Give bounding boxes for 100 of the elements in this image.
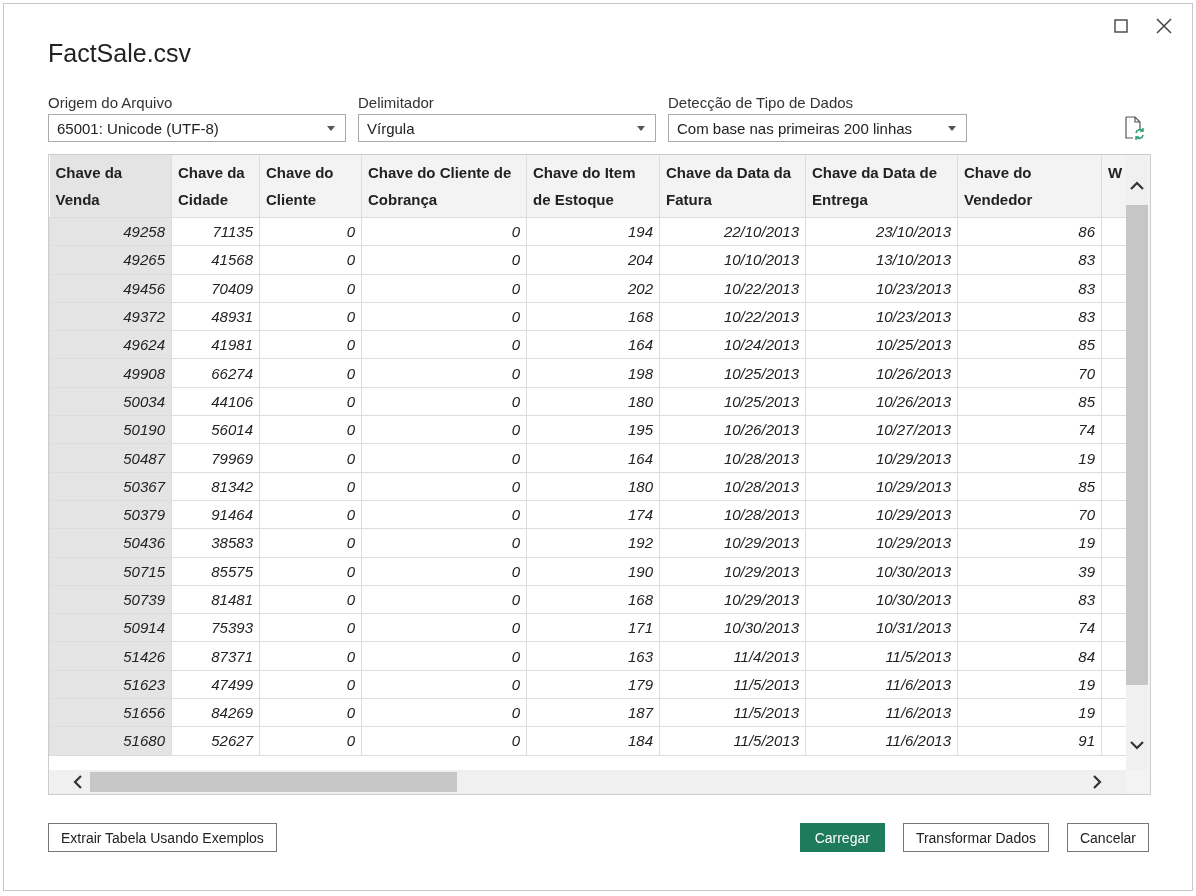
table-cell: 10/10/2013	[659, 245, 806, 275]
table-cell: 50715	[49, 557, 172, 586]
table-cell: 19	[957, 528, 1102, 558]
table-cell: 10/29/2013	[805, 528, 958, 558]
dialog-button[interactable]: Carregar	[799, 823, 885, 852]
dialog-button[interactable]: Extrair Tabela Usando Exemplos	[48, 823, 277, 852]
table-cell: 74	[957, 415, 1102, 444]
table-cell: 0	[259, 245, 362, 275]
chevron-left-icon[interactable]	[73, 775, 82, 789]
caret-icon	[637, 125, 645, 131]
scroll-thumb[interactable]	[90, 772, 457, 792]
table-cell: 180	[526, 472, 660, 501]
table-cell: 11/5/2013	[659, 726, 806, 756]
table-cell: 19	[957, 698, 1102, 727]
caret-icon	[327, 125, 335, 131]
table-cell: 83	[957, 245, 1102, 275]
table-cell: 174	[526, 500, 660, 529]
chevron-up-icon[interactable]	[1130, 181, 1144, 190]
dropdown[interactable]: 65001: Unicode (UTF-8)	[48, 114, 346, 142]
scroll-thumb[interactable]	[1126, 204, 1148, 685]
table-cell: 19	[957, 670, 1102, 699]
table-cell: 0	[361, 641, 527, 671]
table-cell: 0	[361, 528, 527, 558]
column-header[interactable]: Chave da Data da Fatura	[659, 155, 806, 218]
table-cell: 0	[361, 330, 527, 359]
column-header[interactable]: Chave do Vendedor	[957, 155, 1102, 218]
dialog-button[interactable]: Transformar Dados	[902, 823, 1049, 852]
table-cell: 11/5/2013	[805, 641, 958, 671]
field-label: Detecção de Tipo de Dados	[668, 94, 855, 111]
refresh-file-icon[interactable]	[1124, 116, 1146, 140]
dropdown[interactable]: Com base nas primeiras 200 linhas	[668, 114, 967, 142]
close-icon[interactable]	[1156, 18, 1172, 34]
table-cell: 0	[259, 726, 362, 756]
table-cell: 0	[361, 217, 527, 246]
table-cell: 0	[361, 726, 527, 756]
table-cell: 50034	[49, 387, 172, 416]
table-cell: 10/29/2013	[659, 557, 806, 586]
column-header[interactable]: Chave do Cliente	[259, 155, 362, 218]
table-cell: 0	[259, 670, 362, 699]
table-cell: 10/30/2013	[805, 585, 958, 614]
table-cell: 70	[957, 359, 1102, 388]
table-cell: 85575	[171, 557, 260, 586]
table-cell: 11/5/2013	[659, 670, 806, 699]
chevron-right-icon[interactable]	[1093, 775, 1102, 789]
table-cell: 70409	[171, 274, 260, 303]
table-cell: 163	[526, 641, 660, 671]
table-cell: 91	[957, 726, 1102, 756]
table-cell: 91464	[171, 500, 260, 529]
table-cell: 0	[259, 217, 362, 246]
table-cell: 0	[259, 585, 362, 614]
table-cell: 44106	[171, 387, 260, 416]
table-cell: 51656	[49, 698, 172, 727]
table-cell: 180	[526, 387, 660, 416]
table-cell: 0	[259, 443, 362, 473]
table-cell: 10/30/2013	[659, 613, 806, 642]
table-cell: 10/22/2013	[659, 274, 806, 303]
table-cell: 19	[957, 443, 1102, 473]
column-header[interactable]: Chave da Venda	[49, 155, 172, 218]
table-cell: 0	[259, 302, 362, 331]
table-cell: 74	[957, 613, 1102, 642]
table-cell: 83	[957, 302, 1102, 331]
table-cell: 0	[259, 641, 362, 671]
field-label: Delimitador	[358, 94, 435, 111]
table-cell: 85	[957, 330, 1102, 359]
column-header[interactable]: Chave da Data de Entrega	[805, 155, 958, 218]
table-cell: 171	[526, 613, 660, 642]
table-cell: 0	[361, 443, 527, 473]
table-cell: 11/5/2013	[659, 698, 806, 727]
chevron-down-icon[interactable]	[1130, 741, 1144, 750]
table-cell: 0	[259, 698, 362, 727]
table-cell: 79969	[171, 443, 260, 473]
maximize-icon[interactable]	[1114, 19, 1128, 33]
table-cell: 49265	[49, 245, 172, 275]
dropdown[interactable]: Vírgula	[358, 114, 656, 142]
table-cell: 204	[526, 245, 660, 275]
table-cell: 39	[957, 557, 1102, 586]
column-header[interactable]: Chave do Item de Estoque	[526, 155, 660, 218]
table-cell: 0	[361, 613, 527, 642]
table-cell: 0	[361, 585, 527, 614]
column-header[interactable]: Chave do Cliente de Cobrança	[361, 155, 527, 218]
table-cell: 51680	[49, 726, 172, 756]
column-header[interactable]: W	[1101, 155, 1126, 218]
table-cell: 11/6/2013	[805, 670, 958, 699]
table-cell: 0	[361, 500, 527, 529]
field-label: Origem do Arquivo	[48, 94, 174, 111]
table-cell: 10/22/2013	[659, 302, 806, 331]
table-cell: 56014	[171, 415, 260, 444]
table-cell: 41981	[171, 330, 260, 359]
table-cell: 51623	[49, 670, 172, 699]
dialog-button[interactable]: Cancelar	[1066, 823, 1149, 852]
table-cell: 187	[526, 698, 660, 727]
column-header[interactable]: Chave da Cidade	[171, 155, 260, 218]
table-cell: 0	[259, 359, 362, 388]
table-cell: 48931	[171, 302, 260, 331]
table-cell: 198	[526, 359, 660, 388]
table-cell: 0	[259, 387, 362, 416]
table-cell: 10/28/2013	[659, 500, 806, 529]
table-cell: 11/4/2013	[659, 641, 806, 671]
table-cell: 0	[361, 698, 527, 727]
table-cell: 11/6/2013	[805, 726, 958, 756]
